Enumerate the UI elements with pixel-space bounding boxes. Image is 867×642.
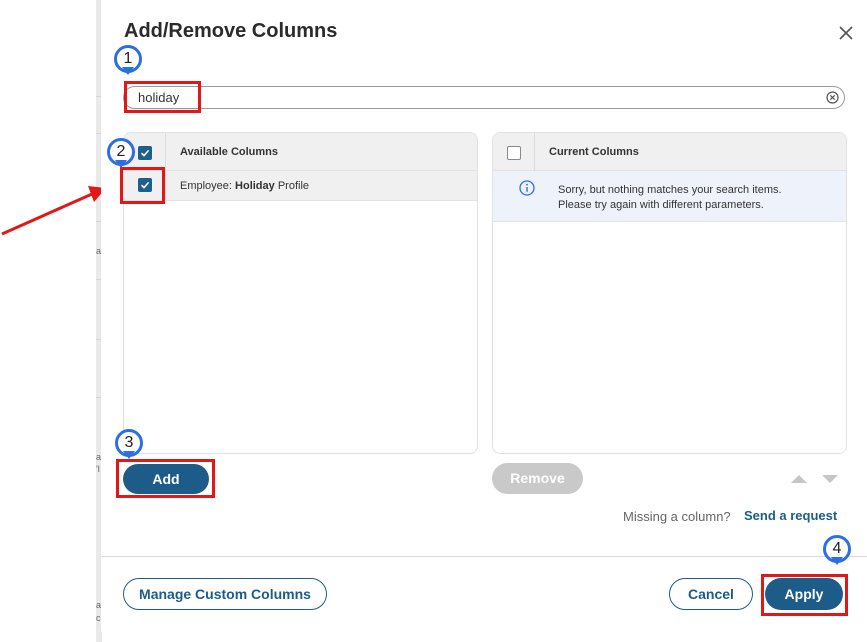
add-button[interactable]: Add (123, 464, 209, 494)
current-columns-title: Current Columns (549, 146, 639, 158)
close-icon[interactable] (837, 24, 855, 42)
no-results-message: Sorry, but nothing matches your search i… (493, 171, 846, 222)
dialog-title: Add/Remove Columns (124, 20, 338, 42)
annotation-arrow (1, 186, 106, 236)
send-request-link[interactable]: Send a request (744, 508, 837, 523)
list-item[interactable]: Employee: Holiday Profile (124, 171, 477, 201)
marker-pointer (122, 67, 134, 75)
list-item-suffix: Profile (274, 180, 310, 192)
cancel-button[interactable]: Cancel (669, 578, 753, 610)
marker-pointer (115, 160, 127, 168)
list-item-label: Employee: Holiday Profile (180, 180, 309, 192)
header-separator (534, 133, 535, 171)
apply-button[interactable]: Apply (765, 578, 843, 610)
background-page (0, 0, 101, 642)
header-separator (165, 133, 166, 171)
checkmark-icon (140, 181, 150, 189)
list-item-match: Holiday (235, 180, 275, 192)
background-text: 'l (96, 464, 100, 474)
no-results-line1: Sorry, but nothing matches your search i… (558, 184, 782, 196)
footer-divider (101, 556, 867, 557)
background-text: c (96, 613, 101, 623)
marker-pointer (123, 451, 135, 459)
info-icon (519, 180, 535, 196)
available-columns-header: Available Columns (124, 133, 477, 171)
select-all-available-checkbox[interactable] (138, 146, 152, 160)
search-field (123, 86, 845, 109)
no-results-line2: Please try again with different paramete… (558, 199, 764, 211)
manage-custom-columns-button[interactable]: Manage Custom Columns (123, 578, 327, 610)
move-down-icon[interactable] (822, 475, 838, 483)
available-columns-title: Available Columns (180, 146, 279, 158)
add-remove-columns-dialog: Add/Remove Columns Available Columns Emp… (101, 0, 867, 642)
marker-pointer (831, 557, 843, 565)
current-columns-header: Current Columns (493, 133, 846, 171)
move-up-icon[interactable] (791, 475, 807, 483)
checkmark-icon (140, 149, 150, 157)
search-input[interactable] (138, 89, 798, 106)
current-columns-panel: Current Columns Sorry, but nothing match… (492, 132, 847, 454)
remove-button[interactable]: Remove (492, 463, 583, 494)
available-columns-panel: Available Columns Employee: Holiday Prof… (123, 132, 478, 454)
select-all-current-checkbox[interactable] (507, 146, 521, 160)
list-item-checkbox[interactable] (138, 178, 152, 192)
clear-search-icon[interactable] (826, 91, 839, 104)
list-item-prefix: Employee: (180, 180, 236, 192)
missing-column-text: Missing a column? (623, 509, 731, 524)
row-separator (165, 171, 166, 201)
